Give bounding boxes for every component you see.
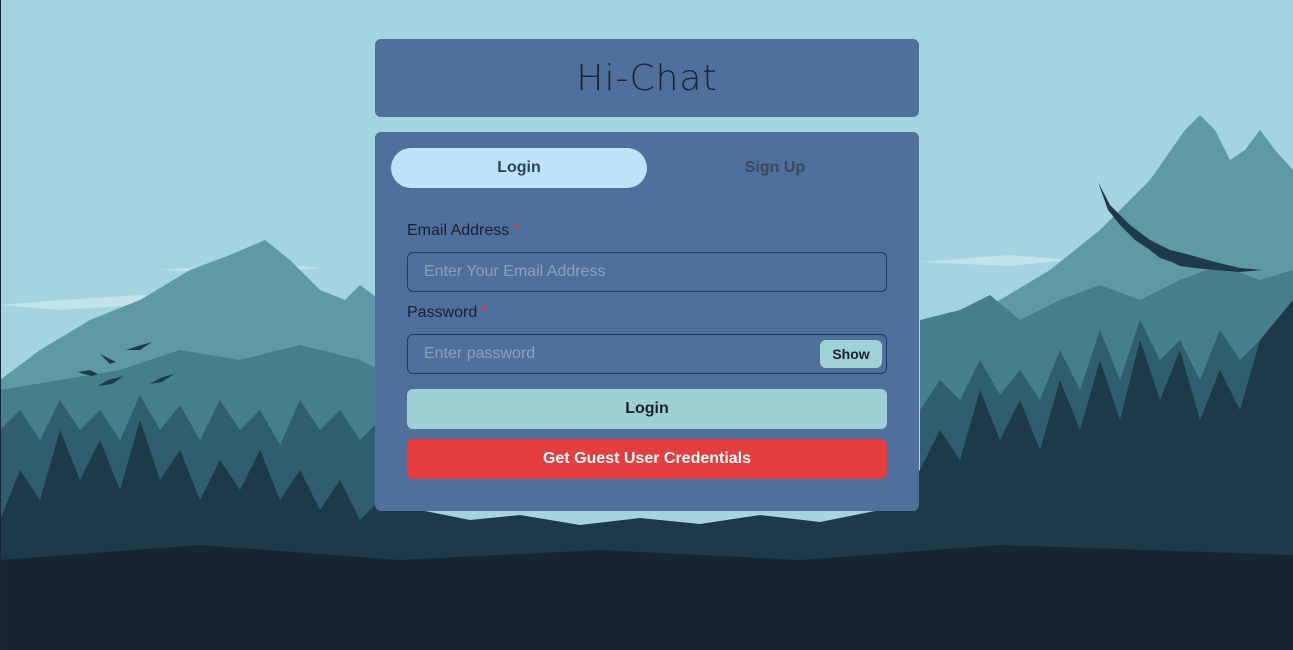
login-button[interactable]: Login [407, 389, 887, 429]
email-label: Email Address * [407, 222, 520, 240]
auth-card: Login Sign Up Email Address* Password* S… [375, 132, 919, 511]
tab-sign-up[interactable]: Sign Up [647, 148, 903, 188]
email-input[interactable] [407, 252, 887, 292]
show-password-button[interactable]: Show [820, 340, 882, 368]
password-label-text: Password [407, 304, 478, 321]
password-label: Password * [407, 304, 487, 322]
password-input[interactable] [407, 334, 887, 374]
tab-login[interactable]: Login [391, 148, 647, 188]
required-mark: * [481, 304, 488, 321]
app-title: Hi-Chat [576, 57, 718, 99]
app-header: Hi-Chat [375, 39, 919, 117]
auth-tabs: Login Sign Up [391, 148, 903, 188]
window-left-border [0, 0, 1, 650]
email-label-text: Email Address [407, 222, 510, 239]
guest-credentials-button[interactable]: Get Guest User Credentials [407, 439, 887, 479]
required-mark: * [513, 222, 520, 239]
